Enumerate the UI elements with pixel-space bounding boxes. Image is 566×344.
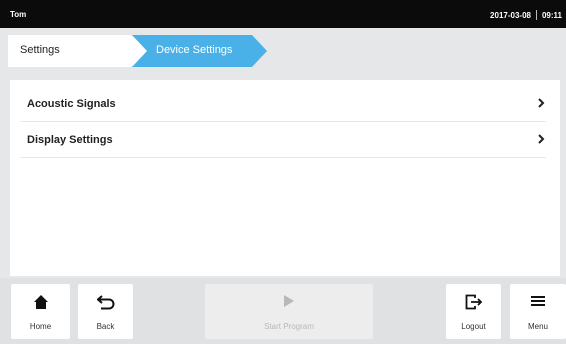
breadcrumb-device-settings-label: Device Settings [156, 44, 233, 56]
breadcrumb-settings[interactable]: Settings [8, 35, 158, 67]
breadcrumb-device-settings[interactable]: Device Settings [132, 35, 267, 67]
chevron-right-icon [538, 98, 545, 108]
back-button[interactable]: Back [78, 284, 133, 339]
back-button-label: Back [96, 322, 115, 331]
home-button-label: Home [29, 322, 52, 331]
list-item-label: Display Settings [27, 134, 113, 146]
home-icon [33, 295, 48, 309]
menu-button[interactable]: Menu [510, 284, 566, 339]
status-time: 09:11 [541, 10, 562, 20]
status-divider [535, 10, 537, 20]
breadcrumb-settings-label: Settings [20, 44, 60, 56]
status-date: 2017-03-08 [490, 10, 531, 20]
menu-button-label: Menu [527, 322, 548, 331]
undo-arrow-icon [96, 295, 114, 310]
settings-list: Acoustic Signals Display Settings [10, 80, 560, 276]
chevron-right-icon [538, 134, 545, 144]
home-button[interactable]: Home [11, 284, 70, 339]
list-item-acoustic-signals[interactable]: Acoustic Signals [20, 86, 546, 122]
play-icon [284, 295, 294, 307]
logout-button-label: Logout [461, 322, 486, 331]
start-program-button[interactable]: Start Program [205, 284, 373, 339]
user-name: Tom [10, 10, 27, 19]
status-datetime: 2017-03-08 09:11 [490, 10, 562, 20]
logout-button[interactable]: Logout [446, 284, 501, 339]
list-item-display-settings[interactable]: Display Settings [20, 122, 546, 158]
bottom-toolbar: Home Back Start Program Logout Menu [0, 278, 566, 344]
device-settings-screen: Tom 2017-03-08 09:11 Settings Device Set… [0, 0, 566, 344]
list-item-label: Acoustic Signals [27, 98, 116, 110]
status-bar: Tom 2017-03-08 09:11 [0, 0, 566, 28]
hamburger-icon [531, 296, 545, 306]
logout-icon [465, 294, 482, 310]
start-program-button-label: Start Program [264, 322, 314, 331]
breadcrumb: Settings Device Settings [0, 32, 566, 72]
